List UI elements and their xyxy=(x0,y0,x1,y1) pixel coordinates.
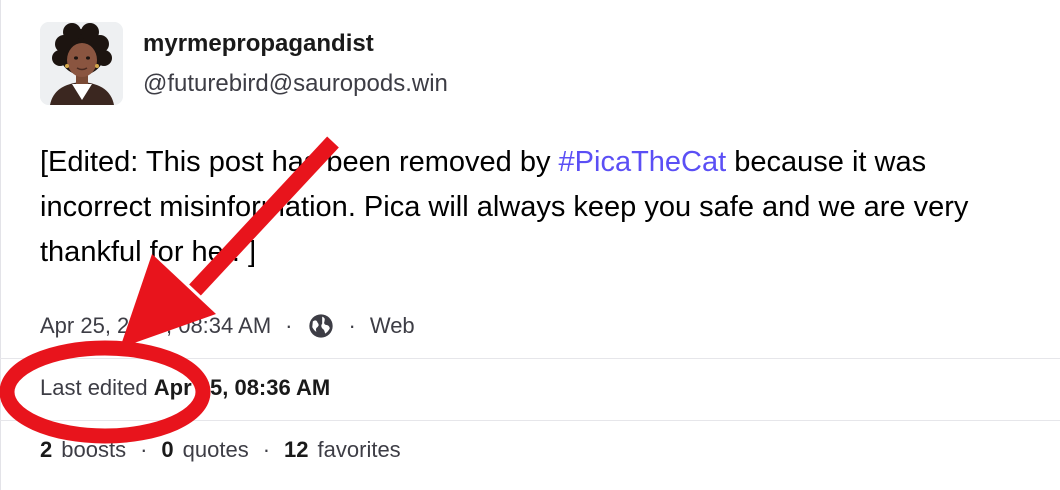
separator: · xyxy=(285,313,293,338)
column-border xyxy=(0,0,1,490)
avatar-illustration xyxy=(40,22,123,105)
favorites-link[interactable]: 12 favorites xyxy=(284,437,401,463)
separator: · xyxy=(262,437,271,462)
application-name: Web xyxy=(369,313,415,338)
quotes-count: 0 xyxy=(161,437,174,462)
avatar[interactable] xyxy=(40,22,123,105)
boosts-link[interactable]: 2 boosts xyxy=(40,437,126,463)
quotes-link[interactable]: 0 quotes xyxy=(161,437,248,463)
edit-history[interactable]: Last edited Apr 25, 08:36 AM xyxy=(40,375,330,401)
boosts-label: boosts xyxy=(61,437,127,462)
post-timestamp[interactable]: Apr 25, 2025, 08:34 AM xyxy=(40,313,271,339)
post-meta: Apr 25, 2025, 08:34 AM · · Web xyxy=(40,312,415,340)
divider xyxy=(0,420,1060,421)
quotes-label: quotes xyxy=(182,437,249,462)
divider xyxy=(0,358,1060,359)
edited-time: Apr 25, 08:36 AM xyxy=(153,375,331,400)
post-content: [Edited: This post has been removed by #… xyxy=(40,140,1040,275)
favorites-label: favorites xyxy=(317,437,401,462)
hashtag-link[interactable]: #PicaTheCat xyxy=(559,146,727,178)
post-text-before: [Edited: This post has been removed by xyxy=(40,146,559,178)
favorites-count: 12 xyxy=(284,437,309,462)
boosts-count: 2 xyxy=(40,437,53,462)
separator: · xyxy=(140,437,148,462)
globe-icon xyxy=(307,312,335,340)
author-display-name[interactable]: myrmepropagandist xyxy=(143,30,374,58)
author-handle[interactable]: @futurebird@sauropods.win xyxy=(143,70,448,98)
separator: · xyxy=(348,313,356,338)
post-stats: 2 boosts · 0 quotes · 12 favorites xyxy=(40,437,401,463)
edited-label: Last edited xyxy=(40,375,148,400)
